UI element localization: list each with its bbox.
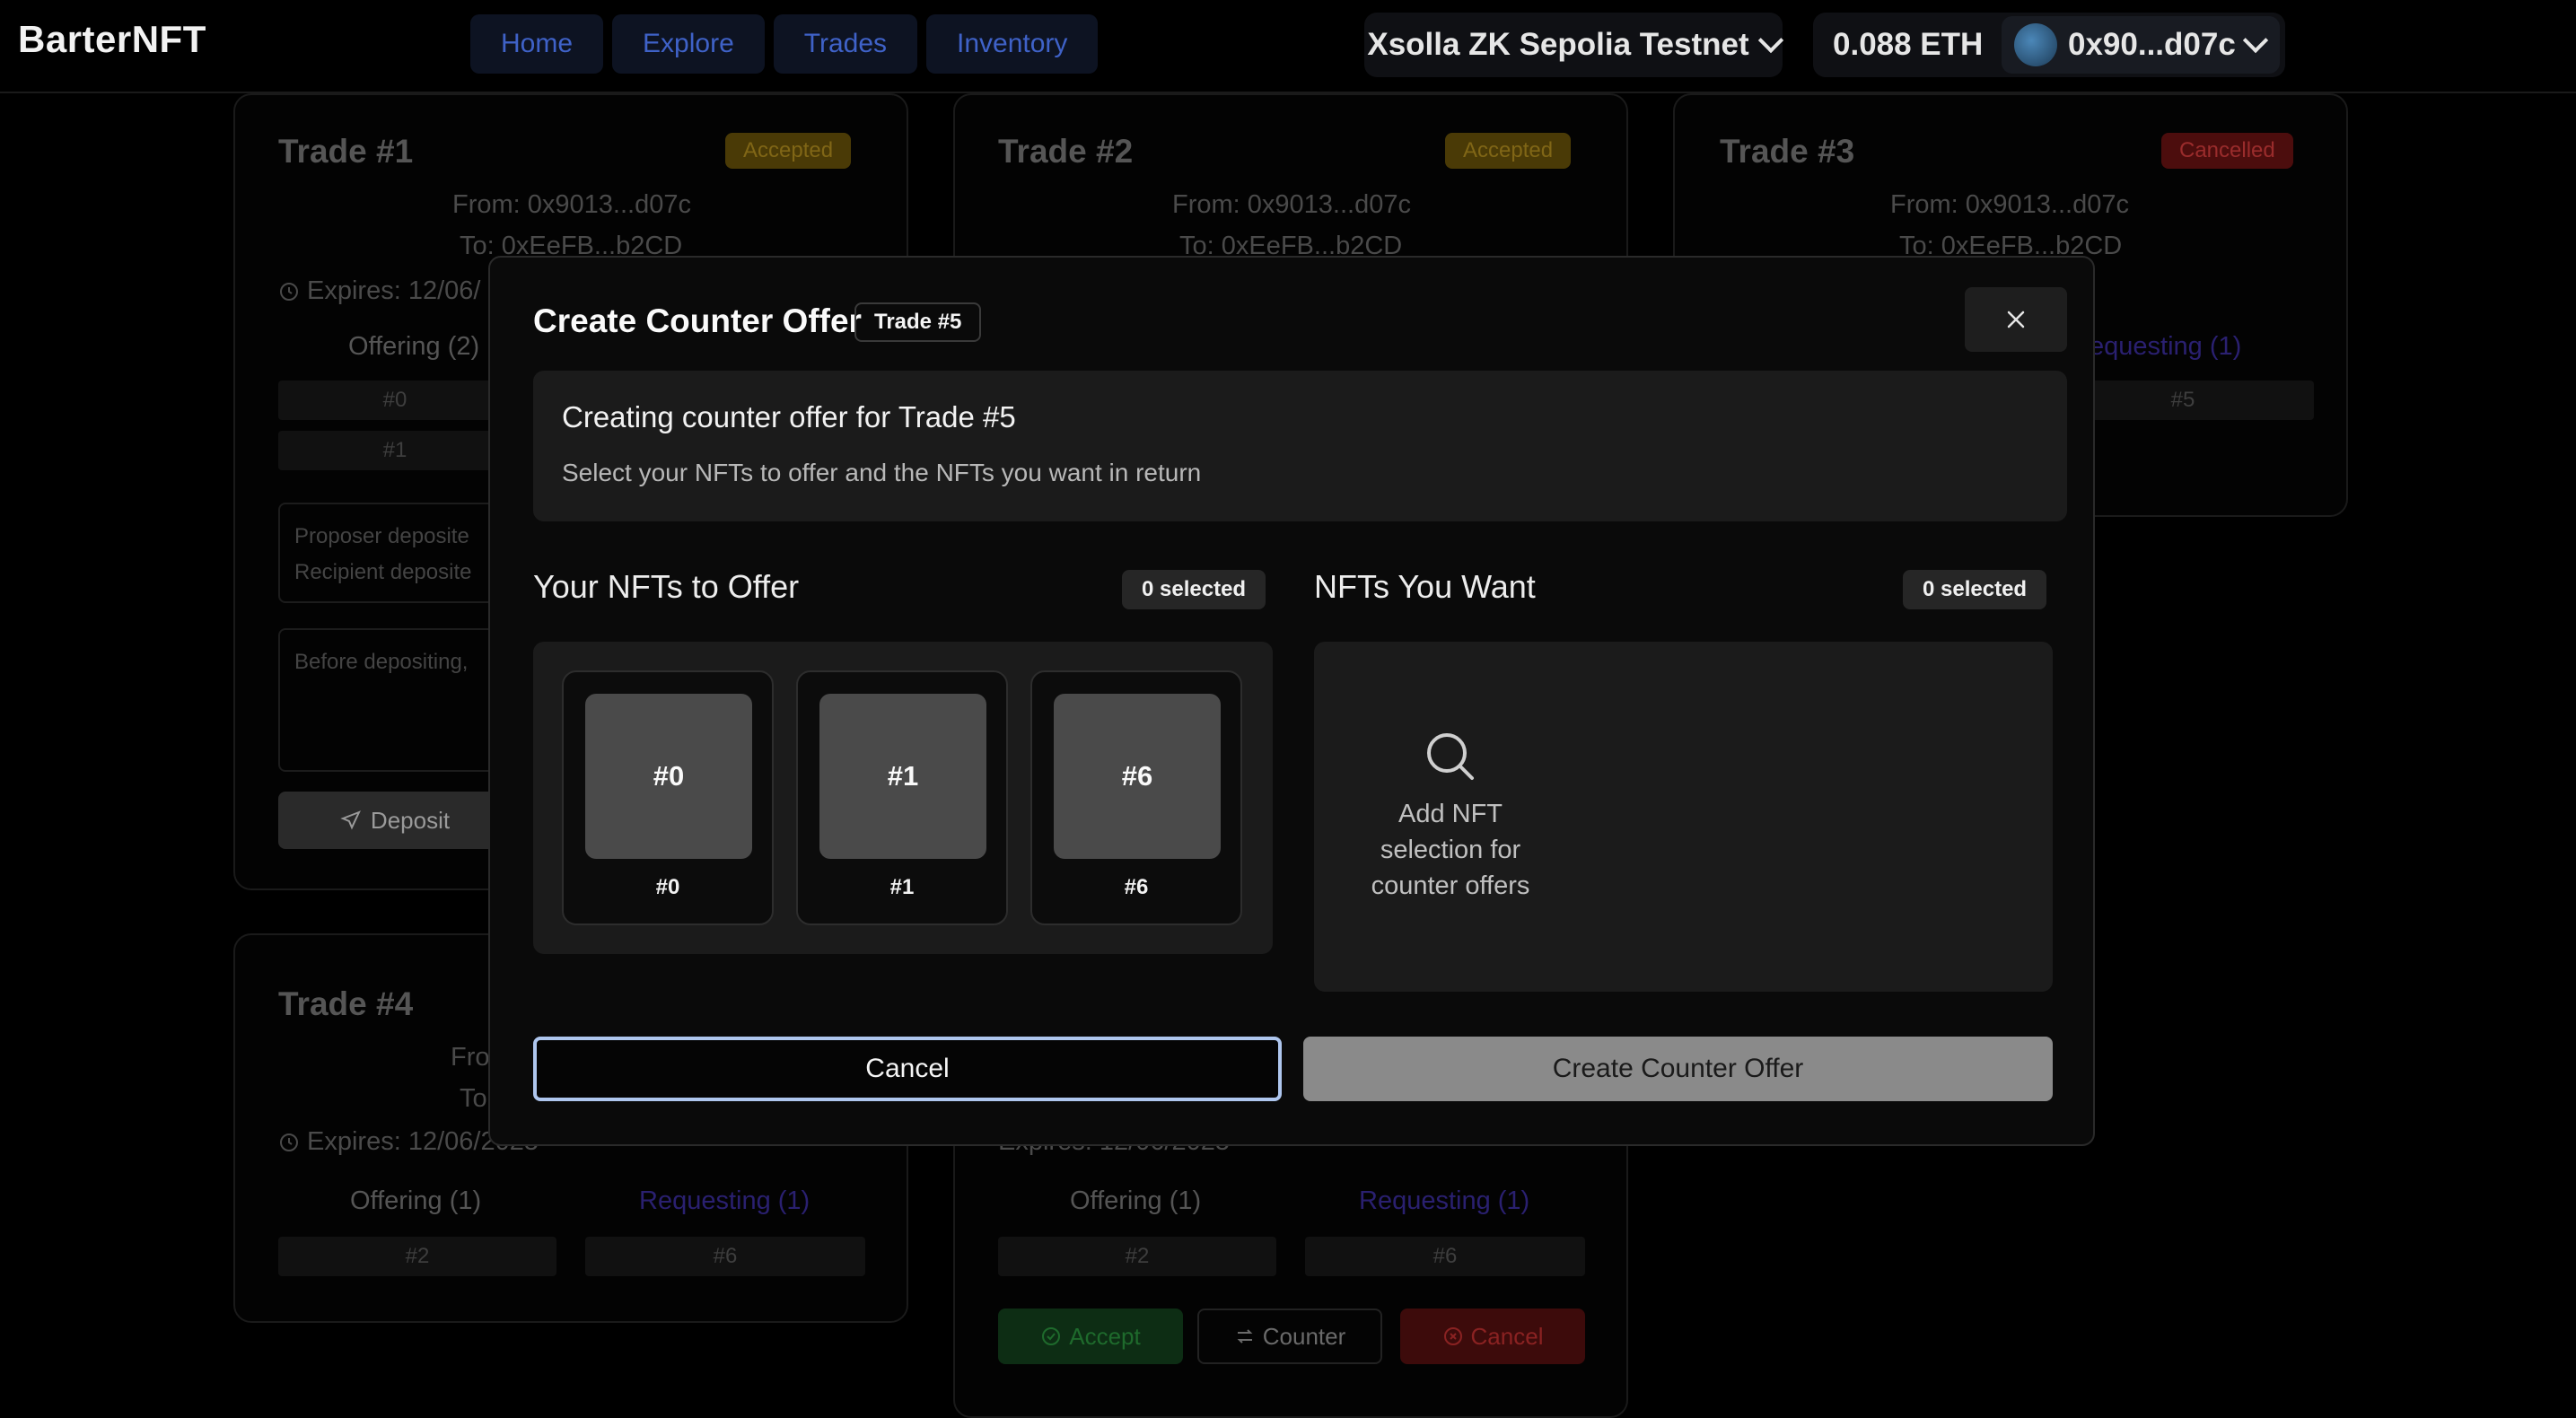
trade-badge: Trade #5	[854, 302, 982, 342]
deposit-button[interactable]: Deposit	[278, 792, 512, 849]
trade-from: From: 0x9013...d07c	[452, 190, 691, 219]
info-title: Creating counter offer for Trade #5	[562, 400, 1016, 433]
cancel-button[interactable]: Cancel	[533, 1037, 1282, 1101]
dialog-title: Create Counter Offer	[533, 302, 862, 339]
trade-from: Fro	[451, 1043, 490, 1072]
nft-card[interactable]: #6 #6	[1030, 670, 1242, 925]
network-name: Xsolla ZK Sepolia Testnet	[1367, 27, 1749, 62]
offer-nft-grid: #0 #0 #1 #1 #6 #6	[533, 642, 1273, 954]
nft-thumbnail: #6	[1054, 694, 1221, 859]
search-icon	[1427, 733, 1474, 780]
offering-heading: Offering (1)	[350, 1186, 482, 1215]
nav-trades[interactable]: Trades	[773, 14, 918, 74]
chevron-down-icon	[2242, 27, 2268, 54]
offer-item: #2	[998, 1237, 1276, 1276]
close-icon	[2007, 311, 2025, 328]
top-navigation-bar: BarterNFT Home Explore Trades Inventory …	[0, 0, 2576, 93]
trade-title: Trade #4	[278, 985, 414, 1022]
clock-icon	[280, 282, 298, 301]
offer-section-title: Your NFTs to Offer	[533, 568, 800, 605]
account-button[interactable]: 0x90...d07c	[2002, 16, 2280, 74]
trade-title: Trade #3	[1720, 133, 1855, 170]
nft-label: #6	[1124, 875, 1149, 899]
info-description: Select your NFTs to offer and the NFTs y…	[562, 459, 1202, 486]
offering-heading: Offering (1)	[1070, 1186, 1202, 1215]
nft-label: #0	[655, 875, 680, 899]
deposit-status-line: Recipient deposite	[294, 560, 472, 584]
offering-heading: Offering (2)	[348, 332, 480, 361]
trade-to: To	[460, 1084, 487, 1113]
counter-offer-dialog: Create Counter Offer Trade #5 Creating c…	[488, 256, 2095, 1146]
status-badge: Cancelled	[2161, 133, 2293, 169]
avatar	[2014, 23, 2057, 66]
offer-item: #0	[278, 381, 512, 420]
nav-inventory[interactable]: Inventory	[926, 14, 1099, 74]
nft-card[interactable]: #0 #0	[562, 670, 774, 925]
trade-from: From: 0x9013...d07c	[1890, 190, 2129, 219]
want-selected-count: 0 selected	[1903, 570, 2047, 609]
status-badge: Accepted	[1445, 133, 1572, 169]
clock-icon	[280, 1133, 298, 1151]
status-badge: Accepted	[725, 133, 852, 169]
info-box: Creating counter offer for Trade #5 Sele…	[533, 371, 2067, 521]
account-panel: 0.088 ETH 0x90...d07c	[1813, 13, 2285, 77]
deposit-status-line: Proposer deposite	[294, 524, 469, 548]
chevron-down-icon	[1757, 27, 1783, 54]
close-button[interactable]	[1965, 287, 2067, 352]
nft-thumbnail: #1	[819, 694, 986, 859]
cancel-trade-label: Cancel	[1470, 1322, 1544, 1350]
x-circle-icon	[1443, 1327, 1462, 1345]
nft-card[interactable]: #1 #1	[796, 670, 1008, 925]
deposit-notice-text: Before depositing,	[294, 650, 469, 674]
nft-label: #1	[889, 875, 915, 899]
requesting-heading: Requesting (1)	[1359, 1186, 1530, 1215]
expiry-text: Expires: 12/06/	[307, 276, 481, 305]
nav-explore[interactable]: Explore	[612, 14, 765, 74]
create-counter-offer-button[interactable]: Create Counter Offer	[1303, 1037, 2053, 1101]
wallet-address: 0x90...d07c	[2068, 27, 2236, 62]
accept-label: Accept	[1069, 1322, 1141, 1350]
deposit-status-box: Proposer deposite Recipient deposite	[278, 503, 512, 603]
counter-label: Counter	[1262, 1322, 1346, 1350]
offer-item: #1	[278, 431, 512, 470]
offer-selected-count: 0 selected	[1122, 570, 1266, 609]
trade-title: Trade #2	[998, 133, 1134, 170]
accept-button[interactable]: Accept	[998, 1309, 1183, 1364]
network-selector[interactable]: Xsolla ZK Sepolia Testnet	[1364, 13, 1783, 77]
check-circle-icon	[1042, 1327, 1061, 1345]
nft-thumbnail: #0	[585, 694, 752, 859]
trade-title: Trade #1	[278, 133, 414, 170]
counter-button[interactable]: Counter	[1197, 1309, 1382, 1364]
want-nft-panel: Add NFT selection for counter offers	[1314, 642, 2053, 992]
request-item: #6	[1305, 1237, 1585, 1276]
nav-home[interactable]: Home	[470, 14, 604, 74]
swap-icon	[1237, 1329, 1253, 1344]
main-nav: Home Explore Trades Inventory	[470, 14, 1099, 74]
requesting-heading: equesting (1)	[2090, 332, 2242, 361]
brand-logo[interactable]: BarterNFT	[18, 18, 206, 61]
offer-item: #2	[278, 1237, 556, 1276]
request-item: #6	[585, 1237, 865, 1276]
requesting-heading: Requesting (1)	[639, 1186, 810, 1215]
trade-from: From: 0x9013...d07c	[1172, 190, 1411, 219]
trade-expiry: Expires: 12/06/	[278, 276, 480, 306]
add-nft-placeholder[interactable]: Add NFT selection for counter offers	[1348, 730, 1553, 904]
cancel-trade-button[interactable]: Cancel	[1400, 1309, 1585, 1364]
deposit-label: Deposit	[370, 806, 451, 834]
add-nft-text: Add NFT selection for counter offers	[1371, 800, 1530, 900]
want-section-title: NFTs You Want	[1314, 568, 1536, 605]
send-icon	[340, 810, 361, 830]
wallet-balance: 0.088 ETH	[1833, 27, 1984, 62]
deposit-notice-box: Before depositing,	[278, 628, 512, 772]
